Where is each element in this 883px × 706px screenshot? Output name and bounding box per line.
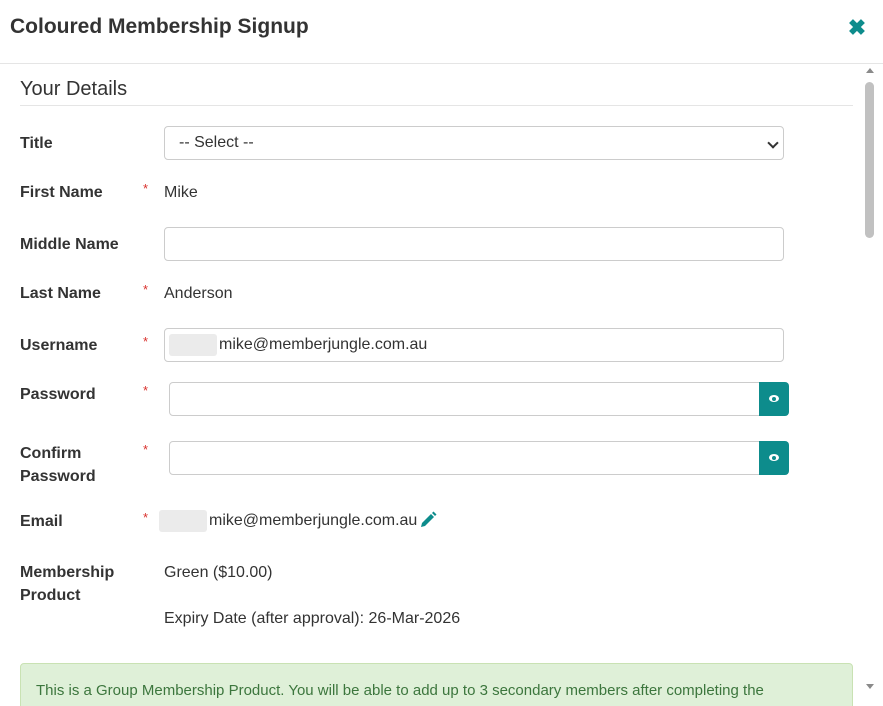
- username-input[interactable]: mike@memberjungle.com.au: [164, 328, 784, 362]
- pencil-icon[interactable]: [419, 511, 437, 529]
- membership-product-label-line2: Product: [20, 587, 81, 604]
- section-divider: [20, 105, 853, 106]
- membership-product-value: Green ($10.00): [164, 564, 273, 581]
- title-select-value: -- Select --: [179, 134, 254, 151]
- redacted-text: [159, 510, 207, 532]
- show-confirm-password-button[interactable]: [759, 441, 789, 475]
- redacted-text: [169, 333, 217, 356]
- email-value-wrap: mike@memberjungle.com.au: [159, 510, 417, 532]
- username-value: mike@memberjungle.com.au: [219, 336, 428, 353]
- last-name-value: Anderson: [164, 285, 233, 302]
- eye-pupil: [772, 397, 776, 401]
- scrollbar[interactable]: [862, 65, 878, 706]
- last-name-required: *: [143, 282, 149, 297]
- last-name-label: Last Name: [20, 285, 101, 302]
- scroll-down-arrow-icon[interactable]: [866, 684, 874, 689]
- scrollbar-thumb[interactable]: [865, 82, 874, 238]
- password-required: *: [143, 383, 149, 398]
- email-value: mike@memberjungle.com.au: [209, 512, 418, 530]
- membership-product-label: Membership Product: [20, 561, 114, 607]
- modal-body: Your Details Title -- Select -- First Na…: [0, 65, 883, 706]
- close-icon[interactable]: ✖: [847, 17, 867, 39]
- section-title: Your Details: [20, 78, 128, 100]
- title-select[interactable]: -- Select --: [164, 126, 784, 160]
- group-membership-alert: This is a Group Membership Product. You …: [20, 663, 853, 706]
- password-label: Password: [20, 386, 96, 403]
- first-name-required: *: [143, 181, 149, 196]
- confirm-password-input[interactable]: [169, 441, 760, 475]
- first-name-value: Mike: [164, 184, 198, 201]
- password-input[interactable]: [169, 382, 760, 416]
- username-label: Username: [20, 337, 98, 354]
- confirm-password-required: *: [143, 442, 149, 457]
- show-password-button[interactable]: [759, 382, 789, 416]
- modal-title: Coloured Membership Signup: [10, 15, 309, 38]
- confirm-password-label: Confirm Password: [20, 442, 96, 488]
- email-required: *: [143, 510, 149, 525]
- eye-pupil: [772, 456, 776, 460]
- chevron-down-icon: [767, 137, 779, 149]
- scroll-up-arrow-icon[interactable]: [866, 68, 874, 73]
- modal-header: Coloured Membership Signup ✖: [0, 0, 883, 64]
- confirm-password-label-line2: Password: [20, 468, 96, 485]
- expiry-date: Expiry Date (after approval): 26-Mar-202…: [164, 610, 461, 627]
- alert-text: This is a Group Membership Product. You …: [36, 682, 764, 699]
- username-required: *: [143, 334, 149, 349]
- first-name-label: First Name: [20, 184, 103, 201]
- membership-product-label-line1: Membership: [20, 564, 115, 581]
- title-label: Title: [20, 135, 53, 152]
- confirm-password-label-line1: Confirm: [20, 445, 82, 462]
- email-label: Email: [20, 513, 63, 530]
- middle-name-label: Middle Name: [20, 236, 119, 253]
- middle-name-input[interactable]: [164, 227, 784, 261]
